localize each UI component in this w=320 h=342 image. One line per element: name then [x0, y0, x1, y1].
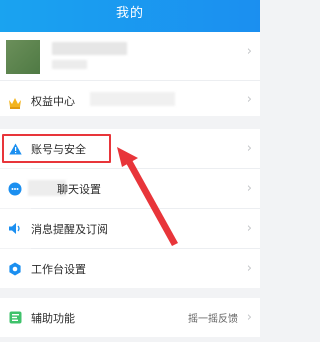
annotation-arrow: [117, 147, 178, 246]
annotation-arrow-shaft: [126, 160, 178, 246]
